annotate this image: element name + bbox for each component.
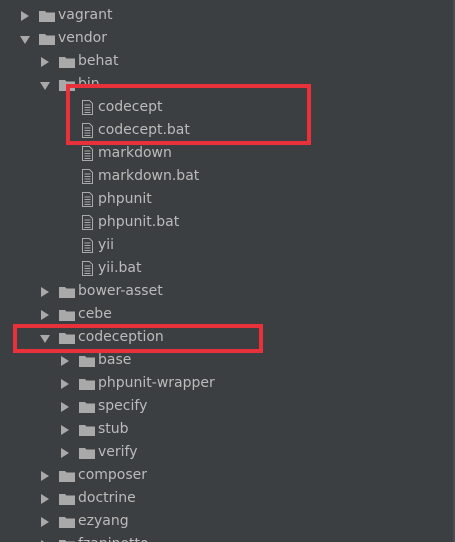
folder-label: composer: [78, 467, 148, 483]
folder-icon: [59, 471, 75, 482]
text-file-icon: [82, 215, 93, 230]
folder-label: verify: [98, 444, 138, 460]
expand-arrow-right-icon[interactable]: [61, 425, 69, 435]
tree-file-row[interactable]: markdown: [0, 142, 455, 165]
tree-folder-row[interactable]: doctrine: [0, 487, 455, 510]
folder-icon: [59, 333, 75, 344]
tree-folder-row[interactable]: codeception: [0, 326, 455, 349]
tree-folder-row[interactable]: base: [0, 349, 455, 372]
folder-icon: [79, 425, 95, 436]
folder-icon: [59, 287, 75, 298]
text-file-icon: [82, 100, 93, 115]
tree-file-row[interactable]: phpunit: [0, 188, 455, 211]
text-file-icon: [82, 169, 93, 184]
expand-arrow-right-icon[interactable]: [41, 494, 49, 504]
folder-icon: [79, 402, 95, 413]
tree-folder-row[interactable]: behat: [0, 50, 455, 73]
expand-arrow-right-icon[interactable]: [41, 287, 49, 297]
folder-icon: [59, 80, 75, 91]
tree-file-row[interactable]: codecept.bat: [0, 119, 455, 142]
folder-icon: [79, 379, 95, 390]
folder-icon: [79, 356, 95, 367]
tree-folder-row[interactable]: stub: [0, 418, 455, 441]
folder-label: fzaninotto: [78, 533, 149, 542]
expand-arrow-right-icon[interactable]: [21, 11, 29, 21]
folder-label: cebe: [78, 306, 112, 322]
file-label: phpunit: [98, 191, 152, 207]
expand-arrow-right-icon[interactable]: [41, 471, 49, 481]
file-label: markdown.bat: [98, 168, 200, 184]
folder-label: behat: [78, 53, 119, 69]
expand-arrow-right-icon[interactable]: [41, 517, 49, 527]
file-label: codecept.bat: [98, 122, 190, 138]
folder-label: phpunit-wrapper: [98, 375, 215, 391]
expand-arrow-right-icon[interactable]: [41, 57, 49, 67]
text-file-icon: [82, 146, 93, 161]
file-label: phpunit.bat: [98, 214, 180, 230]
tree-file-row[interactable]: yii.bat: [0, 257, 455, 280]
expand-arrow-down-icon[interactable]: [20, 36, 30, 44]
folder-label: bin: [78, 76, 100, 92]
folder-icon: [39, 11, 55, 22]
expand-arrow-down-icon[interactable]: [40, 335, 50, 343]
folder-label: stub: [98, 421, 129, 437]
tree-folder-row[interactable]: composer: [0, 464, 455, 487]
expand-arrow-right-icon[interactable]: [41, 310, 49, 320]
tree-folder-row[interactable]: vagrant: [0, 4, 455, 27]
folder-label: bower-asset: [78, 283, 163, 299]
tree-folder-row[interactable]: cebe: [0, 303, 455, 326]
folder-label: vagrant: [58, 7, 113, 23]
file-label: yii.bat: [98, 260, 142, 276]
tree-folder-row[interactable]: bin: [0, 73, 455, 96]
folder-icon: [59, 494, 75, 505]
folder-label: base: [98, 352, 132, 368]
folder-icon: [59, 310, 75, 321]
folder-label: specify: [98, 398, 148, 414]
expand-arrow-down-icon[interactable]: [40, 82, 50, 90]
folder-label: codeception: [78, 329, 164, 345]
tree-file-row[interactable]: markdown.bat: [0, 165, 455, 188]
text-file-icon: [82, 238, 93, 253]
folder-label: vendor: [58, 30, 107, 46]
file-label: yii: [98, 237, 115, 253]
tree-folder-row[interactable]: bower-asset: [0, 280, 455, 303]
tree-file-row[interactable]: yii: [0, 234, 455, 257]
tree-folder-row[interactable]: phpunit-wrapper: [0, 372, 455, 395]
tree-file-row[interactable]: phpunit.bat: [0, 211, 455, 234]
expand-arrow-right-icon[interactable]: [61, 379, 69, 389]
text-file-icon: [82, 261, 93, 276]
expand-arrow-right-icon[interactable]: [61, 356, 69, 366]
folder-icon: [39, 34, 55, 45]
tree-file-row[interactable]: codecept: [0, 96, 455, 119]
folder-icon: [59, 517, 75, 528]
expand-arrow-right-icon[interactable]: [61, 448, 69, 458]
tree-folder-row[interactable]: vendor: [0, 27, 455, 50]
expand-arrow-right-icon[interactable]: [61, 402, 69, 412]
file-label: markdown: [98, 145, 172, 161]
file-label: codecept: [98, 99, 163, 115]
text-file-icon: [82, 192, 93, 207]
folder-label: doctrine: [78, 490, 136, 506]
tree-folder-row[interactable]: verify: [0, 441, 455, 464]
folder-icon: [59, 57, 75, 68]
tree-folder-row[interactable]: specify: [0, 395, 455, 418]
tree-folder-row[interactable]: ezyang: [0, 510, 455, 533]
project-tree: vagrant vendor behat bin codecept codecept.ba…: [0, 4, 455, 542]
tree-folder-row[interactable]: fzaninotto: [0, 533, 455, 542]
folder-label: ezyang: [78, 513, 129, 529]
folder-icon: [79, 448, 95, 459]
text-file-icon: [82, 123, 93, 138]
